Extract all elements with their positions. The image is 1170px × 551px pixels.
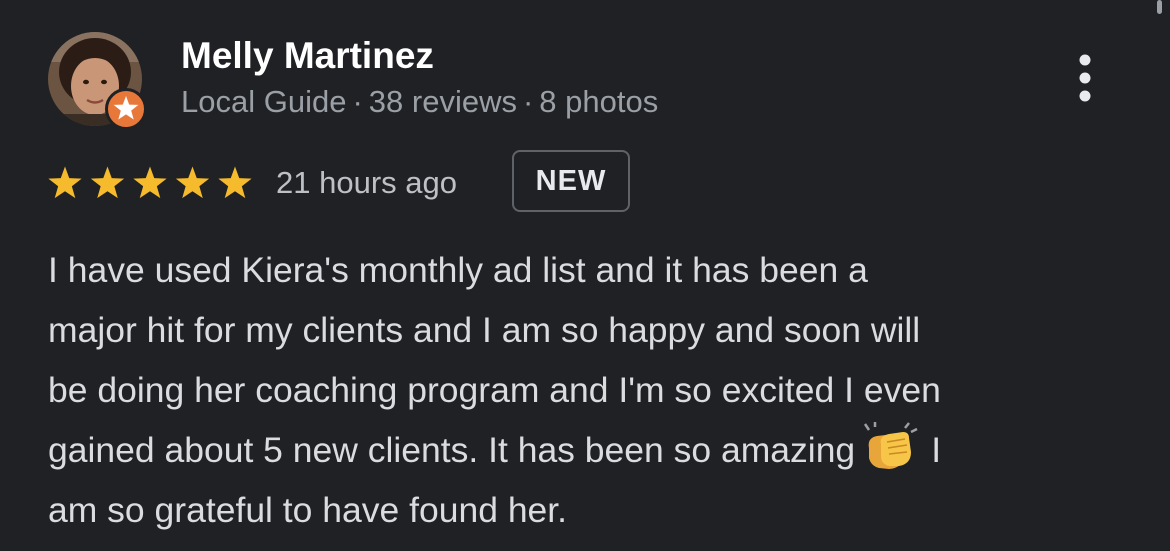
star-icon bbox=[175, 166, 210, 199]
clapping-hands-icon bbox=[859, 422, 921, 472]
more-vertical-icon bbox=[1079, 54, 1091, 102]
reviewer-meta: Local Guide · 38 reviews · 8 photos bbox=[181, 82, 658, 122]
star-rating bbox=[48, 166, 252, 199]
reviewer-avatar[interactable] bbox=[48, 32, 147, 130]
scrollbar[interactable] bbox=[1157, 0, 1162, 14]
photo-count: 8 photos bbox=[539, 84, 659, 119]
local-guide-label: Local Guide bbox=[181, 84, 347, 119]
review-text-line: be doing her coaching program and I'm so… bbox=[48, 370, 941, 410]
review-card: Melly Martinez Local Guide · 38 reviews · 8 … bbox=[0, 0, 1170, 551]
star-icon bbox=[133, 166, 167, 199]
more-options-button[interactable] bbox=[1068, 52, 1102, 104]
review-count: 38 reviews bbox=[368, 84, 517, 119]
review-text-line-segment: I bbox=[931, 430, 942, 470]
review-text-line-segment: gained about 5 new clients. It has been … bbox=[48, 430, 856, 470]
review-text-line: I have used Kiera's monthly ad list and … bbox=[48, 250, 868, 290]
review-time: 21 hours ago bbox=[276, 165, 457, 200]
star-icon bbox=[90, 166, 125, 199]
meta-separator: · bbox=[522, 84, 534, 119]
review-text-line-4: gained about 5 new clients. It has been … bbox=[48, 420, 1138, 480]
review-text-line: am so grateful to have found her. bbox=[48, 490, 568, 530]
meta-separator: · bbox=[352, 84, 363, 119]
review-text-line: major hit for my clients and I am so hap… bbox=[48, 310, 921, 350]
star-icon bbox=[218, 166, 252, 199]
star-icon bbox=[48, 166, 82, 199]
new-badge: NEW bbox=[512, 150, 630, 212]
local-guide-badge-icon bbox=[105, 88, 147, 130]
reviewer-name[interactable]: Melly Martinez bbox=[181, 34, 434, 78]
review-text: I have used Kiera's monthly ad list and … bbox=[48, 240, 1138, 540]
